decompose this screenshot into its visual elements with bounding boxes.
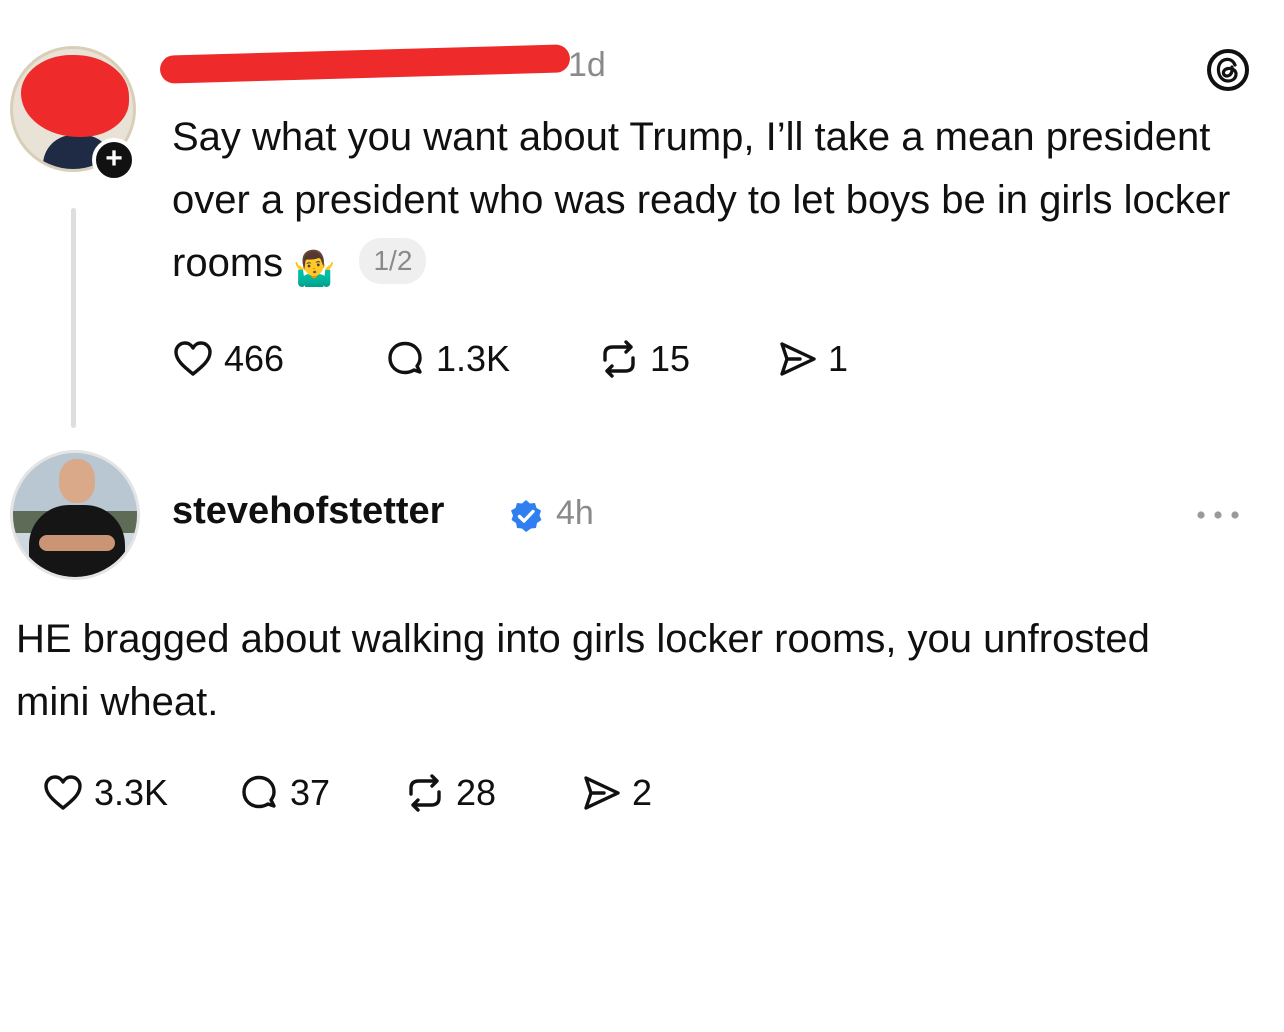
reply-count: 1.3K [436, 338, 511, 379]
redaction-mark [159, 44, 571, 84]
heart-icon [174, 341, 212, 376]
like-count: 3.3K [94, 772, 169, 813]
thread-connector-line [71, 208, 76, 428]
post-actions: 3.3K 37 28 2 [40, 768, 652, 818]
redaction-mark [21, 55, 129, 137]
share-count: 1 [828, 338, 849, 379]
comment-icon [388, 341, 422, 375]
username[interactable]: stevehofstetter [172, 490, 444, 533]
reply-count: 37 [290, 772, 331, 813]
post-actions: 466 1.3K 15 1 [170, 334, 848, 384]
send-icon [780, 342, 816, 376]
more-options-icon[interactable] [1192, 500, 1244, 530]
avatar-head [59, 459, 95, 503]
repost-icon [603, 340, 635, 378]
reply-button[interactable]: 1.3K [382, 336, 596, 382]
repost-count: 28 [456, 772, 497, 813]
repost-count: 15 [650, 338, 691, 379]
like-button[interactable]: 466 [170, 336, 382, 382]
threads-icon[interactable] [1206, 48, 1250, 92]
avatar[interactable] [10, 450, 140, 580]
like-count: 466 [224, 338, 285, 379]
share-button[interactable]: 1 [774, 336, 848, 382]
post-text: HE bragged about walking into girls lock… [16, 617, 1150, 724]
post-body: Say what you want about Trump, I’ll take… [172, 106, 1272, 301]
follow-plus-icon[interactable]: + [92, 138, 136, 182]
username-redacted[interactable] [159, 44, 571, 84]
like-button[interactable]: 3.3K [40, 770, 236, 816]
share-count: 2 [632, 772, 653, 813]
repost-button[interactable]: 15 [596, 336, 774, 382]
verified-badge-icon [511, 500, 542, 532]
page-indicator[interactable]: 1/2 [359, 238, 427, 284]
send-icon [584, 776, 620, 810]
post-timestamp: 4h [556, 494, 594, 532]
comment-icon [242, 775, 276, 809]
avatar-arms [39, 535, 115, 551]
repost-button[interactable]: 28 [402, 770, 578, 816]
repost-icon [409, 774, 441, 812]
post-timestamp: 1d [568, 46, 606, 84]
shrug-emoji-icon: 🤷‍♂️ [293, 250, 336, 288]
heart-icon [44, 775, 82, 810]
share-button[interactable]: 2 [578, 770, 652, 816]
reply-button[interactable]: 37 [236, 770, 402, 816]
